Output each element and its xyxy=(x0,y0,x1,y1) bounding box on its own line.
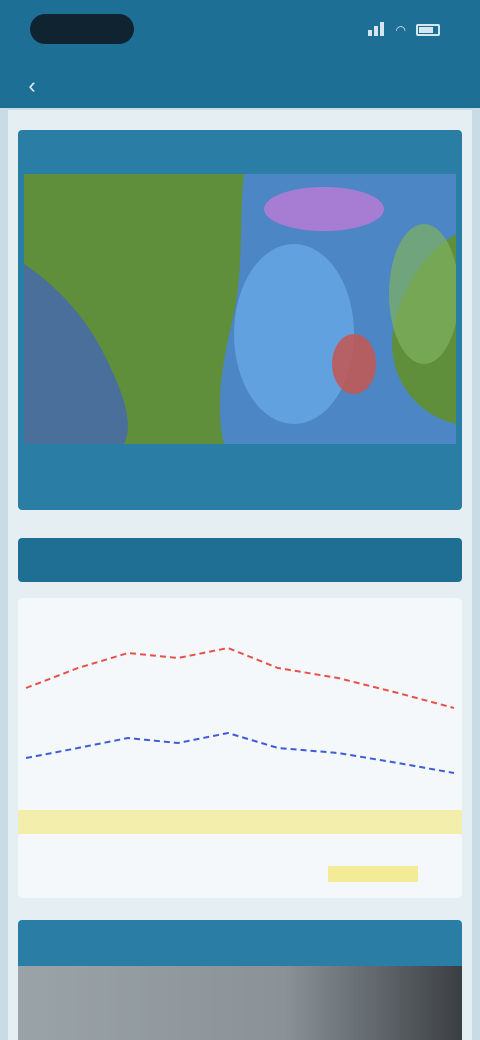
highlight-band xyxy=(18,810,462,834)
forecast-panel xyxy=(18,598,462,898)
video-thumbnail[interactable] xyxy=(18,966,462,1040)
back-button[interactable]: ‹ xyxy=(16,70,48,102)
radar-card[interactable] xyxy=(18,130,462,510)
forecast-section-header[interactable] xyxy=(18,538,462,582)
radar-card-title xyxy=(18,130,462,174)
status-icons: ◠ xyxy=(367,20,450,40)
low-temp-line xyxy=(25,731,455,774)
nav-row: ‹ xyxy=(0,66,480,106)
video-card-title xyxy=(18,920,462,966)
status-time xyxy=(30,14,134,44)
highlight-marker xyxy=(328,866,418,882)
battery-icon xyxy=(416,24,440,36)
wifi-icon: ◠ xyxy=(395,23,406,37)
top-app-bar: ◠ ‹ xyxy=(0,0,480,108)
video-card[interactable] xyxy=(18,920,462,1040)
status-bar: ◠ xyxy=(0,0,480,60)
back-arrow-icon: ‹ xyxy=(28,73,36,98)
high-temp-line xyxy=(25,646,455,709)
signal-icon xyxy=(367,21,386,39)
forecast-chart xyxy=(18,646,462,882)
radar-card-caption xyxy=(18,444,462,510)
radar-map[interactable] xyxy=(24,174,456,444)
radar-map-graphic xyxy=(24,174,456,444)
